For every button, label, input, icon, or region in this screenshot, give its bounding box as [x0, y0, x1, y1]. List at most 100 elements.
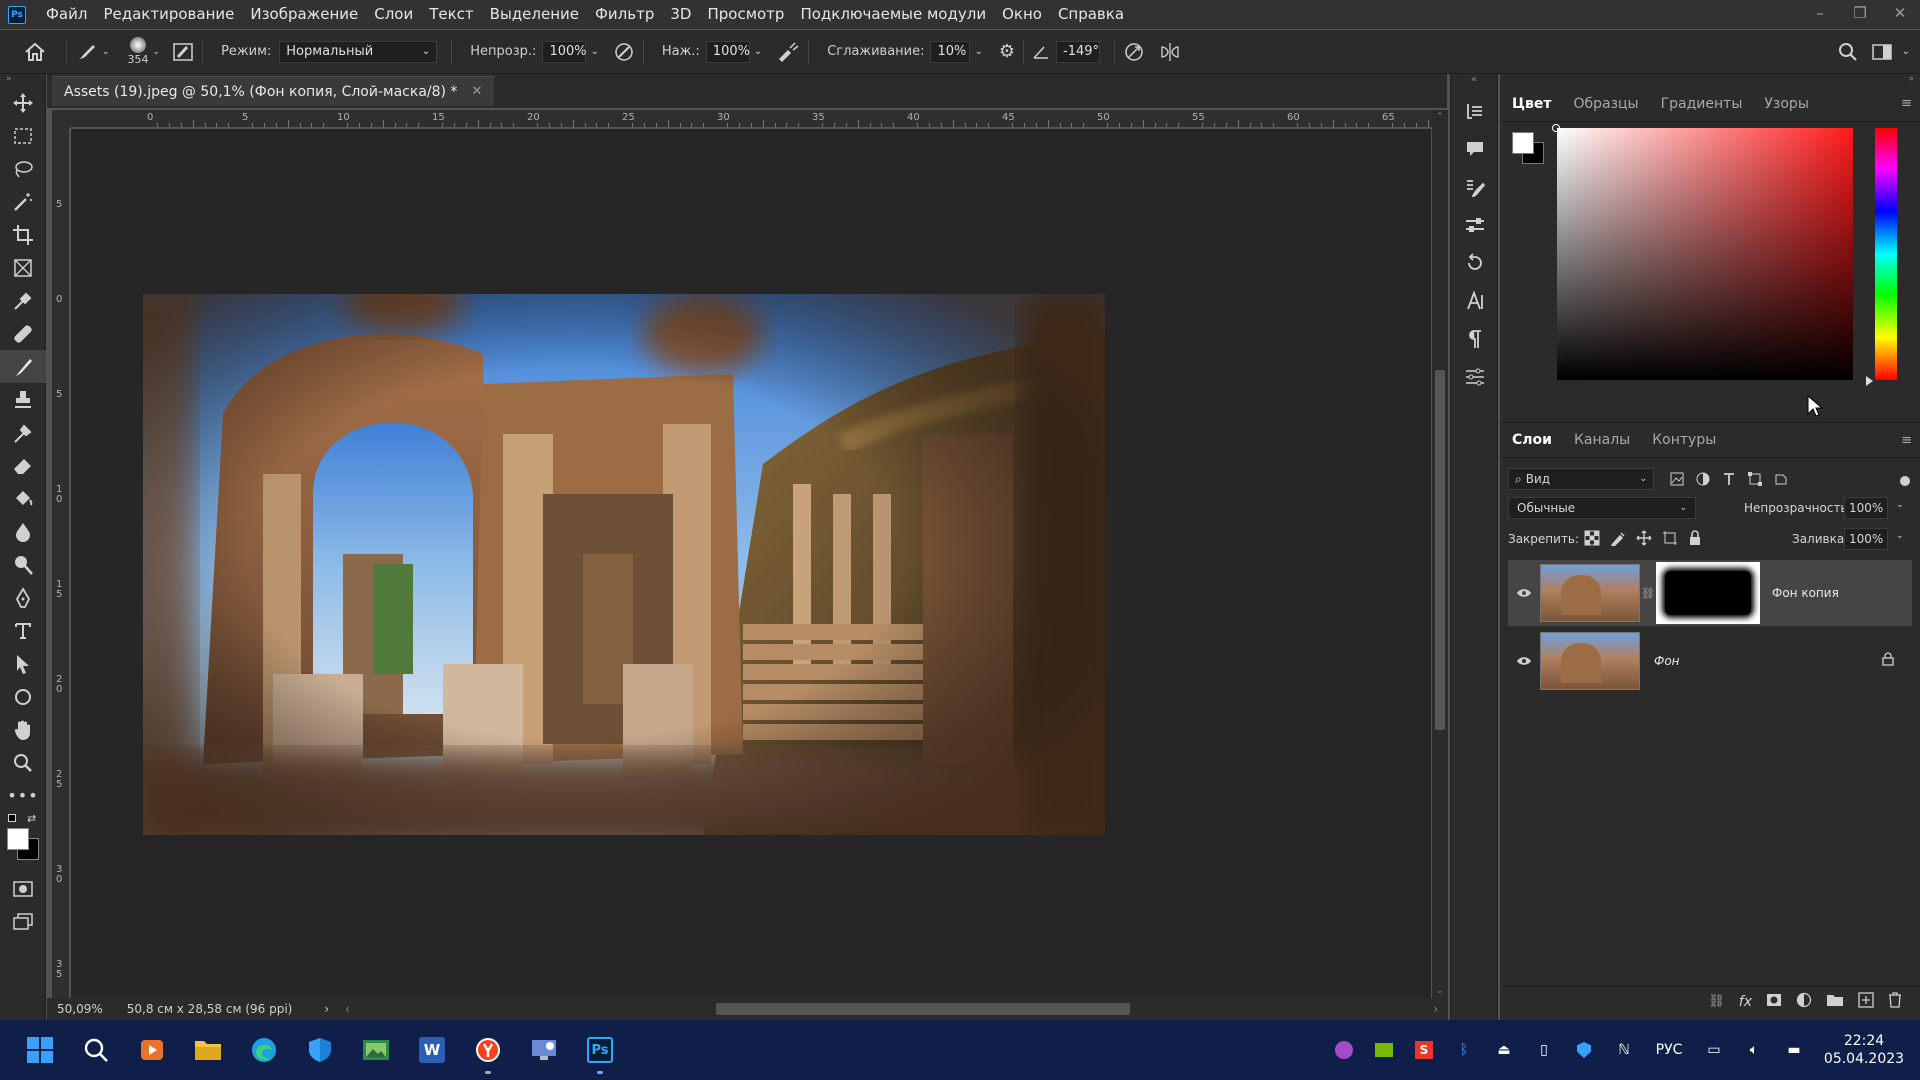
chevron-down-icon[interactable]: ⌄ [590, 46, 598, 57]
document-image[interactable] [143, 294, 1105, 835]
zoom-level[interactable]: 50,09% [57, 1002, 103, 1016]
pen-input-icon[interactable]: ℕ [1604, 1042, 1644, 1058]
filter-type-icon[interactable] [1722, 472, 1736, 490]
security-shield-icon[interactable] [1564, 1042, 1604, 1058]
hue-slider-handle[interactable] [1866, 376, 1873, 386]
pen-tool[interactable] [0, 581, 46, 614]
comments-panel-button[interactable] [1451, 130, 1499, 168]
quick-mask-button[interactable] [0, 872, 46, 905]
vertical-scrollbar[interactable]: ⌃ ⌄ [1432, 110, 1448, 998]
layer-opacity-input[interactable]: 100% [1844, 497, 1888, 519]
lock-position-icon[interactable] [1636, 530, 1652, 550]
taskbar-defender[interactable] [292, 1022, 348, 1078]
taskbar-yandex-browser[interactable] [460, 1022, 516, 1078]
scroll-right-icon[interactable]: › [1433, 1002, 1438, 1016]
healing-brush-tool[interactable] [0, 317, 46, 350]
adjustments-panel-button[interactable] [1451, 358, 1499, 396]
volume-icon[interactable]: 🔈︎ [1734, 1042, 1774, 1058]
collapse-icon[interactable]: » [0, 74, 45, 86]
type-tool[interactable] [0, 614, 46, 647]
path-selection-tool[interactable] [0, 647, 46, 680]
restore-button[interactable]: ❐ [1840, 0, 1880, 26]
tab-gradients[interactable]: Градиенты [1661, 96, 1743, 112]
magic-wand-tool[interactable] [0, 185, 46, 218]
picker-handle[interactable] [1552, 124, 1560, 132]
lasso-tool[interactable] [0, 152, 46, 185]
layer-filter-select[interactable]: ⌕ Вид ⌄ [1508, 468, 1654, 490]
horizontal-scroll-thumb[interactable] [716, 1003, 1130, 1015]
menu-view[interactable]: Просмотр [699, 0, 792, 29]
nvidia-icon[interactable] [1364, 1043, 1404, 1057]
horizontal-ruler[interactable]: 0 5 10 15 20 25 30 35 40 45 50 55 60 65 [70, 110, 1465, 128]
scroll-up-icon[interactable]: ⌃ [1436, 112, 1444, 122]
lock-all-icon[interactable] [1688, 530, 1702, 550]
layer-row-background[interactable]: Фон [1508, 628, 1912, 694]
battery-device-icon[interactable]: ▯ [1524, 1042, 1564, 1058]
brush-tool-preset-icon[interactable]: ⌄ [75, 42, 110, 62]
eyedropper-tool[interactable] [0, 284, 46, 317]
layer-blend-mode-select[interactable]: Обычные ⌄ [1508, 497, 1696, 519]
layer-thumbnail[interactable] [1540, 564, 1640, 622]
tab-swatches[interactable]: Образцы [1573, 96, 1638, 112]
brush-tool[interactable] [0, 350, 46, 383]
blur-tool[interactable] [0, 515, 46, 548]
menu-layers[interactable]: Слои [366, 0, 421, 29]
new-group-icon[interactable] [1826, 993, 1844, 1011]
new-layer-icon[interactable] [1858, 991, 1874, 1012]
layer-thumbnail[interactable] [1540, 632, 1640, 690]
taskbar-edge[interactable] [236, 1022, 292, 1078]
properties-panel-button[interactable] [1451, 206, 1499, 244]
taskbar-word[interactable]: W [404, 1022, 460, 1078]
lock-artboard-icon[interactable] [1662, 530, 1678, 550]
menu-window[interactable]: Окно [994, 0, 1050, 29]
clone-stamp-tool[interactable] [0, 383, 46, 416]
vertical-scroll-thumb[interactable] [1435, 370, 1445, 730]
start-button[interactable] [12, 1022, 68, 1078]
lock-pixels-icon[interactable] [1610, 530, 1626, 550]
airbrush-icon[interactable] [776, 41, 800, 63]
search-icon[interactable] [1838, 42, 1858, 62]
link-icon[interactable]: ⛓ [1640, 587, 1656, 600]
menu-image[interactable]: Изображение [242, 0, 366, 29]
brush-settings-panel-icon[interactable] [172, 42, 194, 62]
layer-row-background-copy[interactable]: ⛓ Фон копия [1508, 560, 1912, 626]
chevron-down-icon[interactable]: ⌄ [974, 46, 982, 57]
close-icon[interactable]: ✕ [471, 84, 482, 99]
taskbar-media-player[interactable] [124, 1022, 180, 1078]
chevron-down-icon[interactable]: ⌄ [1902, 46, 1910, 57]
menu-type[interactable]: Текст [421, 0, 481, 29]
frame-tool[interactable] [0, 251, 46, 284]
chevron-down-icon[interactable]: ⌄ [1896, 500, 1904, 510]
pressure-size-icon[interactable] [1123, 41, 1145, 63]
battery-icon[interactable]: ▬ [1774, 1042, 1814, 1058]
chevron-down-icon[interactable]: ⌄ [153, 47, 161, 57]
new-adjustment-layer-icon[interactable] [1796, 992, 1812, 1012]
paint-bucket-tool[interactable] [0, 482, 46, 515]
minimize-button[interactable]: – [1800, 0, 1840, 26]
brush-size-picker[interactable]: 354 [128, 37, 149, 66]
shape-tool[interactable] [0, 680, 46, 713]
swap-colors-icon[interactable]: ⇄ [27, 812, 36, 825]
taskbar-photoshop[interactable]: Ps [572, 1022, 628, 1078]
eye-icon[interactable] [1508, 656, 1540, 666]
scroll-left-icon[interactable]: ‹ [345, 1002, 350, 1016]
pressure-opacity-icon[interactable] [613, 41, 635, 63]
menu-3d[interactable]: 3D [662, 0, 699, 29]
blend-mode-select[interactable]: Нормальный ⌄ [279, 40, 438, 63]
taskbar-app-photos[interactable] [348, 1022, 404, 1078]
collapse-panels-icon[interactable]: » [1500, 74, 1920, 86]
hue-slider[interactable] [1875, 128, 1897, 380]
layer-name[interactable]: Фон [1654, 654, 1680, 668]
pressure-input[interactable]: 100% [705, 40, 750, 63]
tab-patterns[interactable]: Узоры [1764, 96, 1808, 112]
foreground-color-swatch[interactable] [7, 828, 29, 850]
gear-icon[interactable]: ⚙ [999, 41, 1015, 62]
filter-smart-object-icon[interactable] [1774, 472, 1788, 490]
status-menu-arrow[interactable]: › [324, 1002, 329, 1016]
panel-menu-icon[interactable]: ≡ [1901, 96, 1912, 111]
layer-name[interactable]: Фон копия [1772, 586, 1839, 600]
tray-s-app-icon[interactable]: S [1404, 1041, 1444, 1059]
filter-shape-icon[interactable] [1748, 472, 1762, 490]
screen-mode-button[interactable] [0, 905, 46, 938]
lock-icon[interactable] [1882, 652, 1894, 670]
